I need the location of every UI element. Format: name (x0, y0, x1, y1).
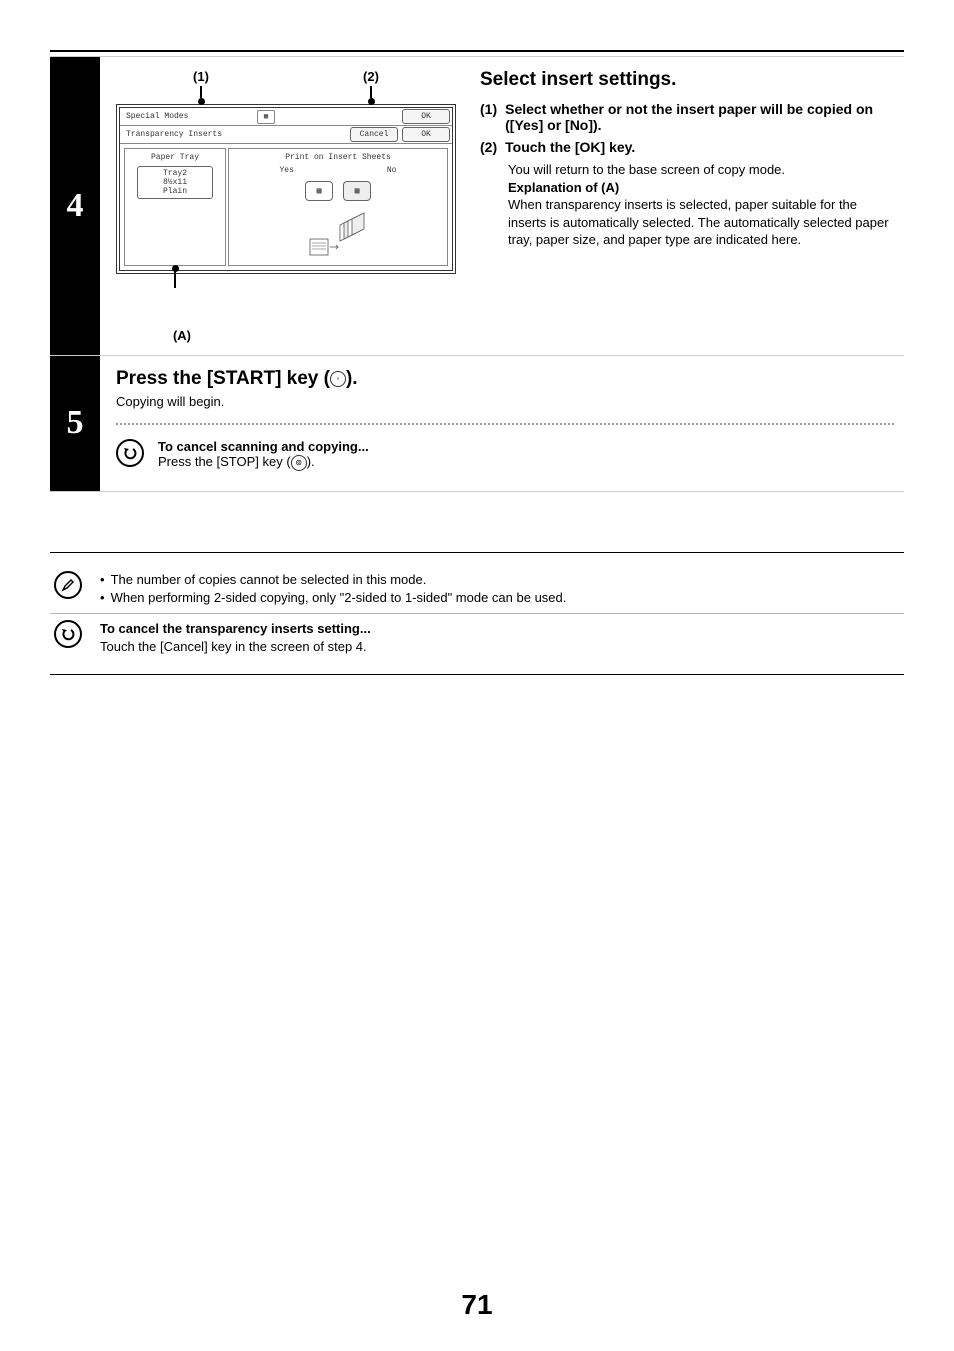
note-row-2: To cancel the transparency inserts setti… (50, 613, 904, 662)
screen-title-transparency: Transparency Inserts (120, 126, 348, 143)
paper-tray-panel: Paper Tray Tray2 8½x11 Plain (124, 148, 226, 266)
note-bullet-1: The number of copies cannot be selected … (111, 571, 427, 589)
tray-type: Plain (138, 187, 212, 196)
step-number-5: 5 (50, 356, 100, 491)
print-on-insert-panel: Print on Insert Sheets Yes No ▦ ▦ (228, 148, 448, 266)
screen-subheader: Transparency Inserts Cancel OK (120, 126, 452, 144)
cancel-body: Press the [STOP] key (⊚). (158, 454, 369, 471)
step-4-title: Select insert settings. (480, 69, 894, 91)
note-bullet-2: When performing 2-sided copying, only "2… (111, 589, 567, 607)
step-4-row: 4 (1) (2) Special Modes ▦ OK (50, 56, 904, 355)
tray-button[interactable]: Tray2 8½x11 Plain (137, 166, 213, 199)
print-on-insert-label: Print on Insert Sheets (233, 153, 443, 162)
step-4-item-2: (2) Touch the [OK] key. (480, 139, 894, 155)
cancel-heading: To cancel scanning and copying... (158, 439, 369, 454)
step-4-item-1: (1) Select whether or not the insert pap… (480, 101, 894, 133)
screen-titlebar: Special Modes ▦ OK (120, 108, 452, 126)
insert-diagram (233, 207, 443, 261)
back-arrow-icon (116, 439, 144, 467)
explain-line1: You will return to the base screen of co… (508, 161, 894, 179)
back-arrow-icon (54, 620, 82, 648)
callout-2-label: (2) (286, 69, 456, 84)
note-2-text: To cancel the transparency inserts setti… (100, 620, 371, 656)
no-label: No (387, 166, 397, 175)
note-1-text: • The number of copies cannot be selected… (100, 571, 566, 607)
item-1-text: Select whether or not the insert paper w… (505, 101, 894, 133)
step-5-title: Press the [START] key (◦). (116, 368, 894, 390)
note-row-1: • The number of copies cannot be selected… (50, 565, 904, 613)
paper-tray-label: Paper Tray (129, 153, 221, 162)
explain-body: When transparency inserts is selected, p… (508, 196, 894, 249)
note-cancel-body: Touch the [Cancel] key in the screen of … (100, 638, 371, 656)
screenshot-column: (1) (2) Special Modes ▦ OK Transparen (116, 69, 456, 343)
step-number-4: 4 (50, 57, 100, 355)
step-5-row: 5 Press the [START] key (◦). Copying wil… (50, 355, 904, 492)
no-button[interactable]: ▦ (343, 181, 371, 201)
tray-size: 8½x11 (138, 178, 212, 187)
screen-title-special-modes: Special Modes (120, 108, 253, 125)
ok-button-sub[interactable]: OK (402, 127, 450, 142)
cancel-scanning-block: To cancel scanning and copying... Press … (116, 439, 894, 471)
step-5-sub: Copying will begin. (116, 394, 894, 409)
explain-heading: Explanation of (A) (508, 180, 619, 195)
pencil-icon (54, 571, 82, 599)
device-screen: Special Modes ▦ OK Transparency Inserts … (116, 104, 456, 274)
cancel-button[interactable]: Cancel (350, 127, 398, 142)
start-key-icon: ◦ (330, 371, 346, 387)
step5-title-prefix: Press the [START] key ( (116, 368, 330, 389)
manual-page: 4 (1) (2) Special Modes ▦ OK (0, 0, 954, 1351)
cancel-scanning-text: To cancel scanning and copying... Press … (158, 439, 369, 471)
stop-key-icon: ⊚ (291, 455, 307, 471)
cancel-body-suffix: ). (307, 454, 315, 469)
yes-label: Yes (279, 166, 293, 175)
note-cancel-heading: To cancel the transparency inserts setti… (100, 620, 371, 638)
tray-name: Tray2 (138, 169, 212, 178)
top-rule (50, 50, 904, 52)
bullet-dot: • (100, 571, 105, 589)
step-4-text: Select insert settings. (1) Select wheth… (480, 69, 894, 343)
item-2-explain: You will return to the base screen of co… (508, 161, 894, 249)
step5-title-suffix: ). (346, 368, 358, 389)
step-4-body: (1) (2) Special Modes ▦ OK Transparen (100, 57, 904, 355)
bullet-dot: • (100, 589, 105, 607)
callout-a-label: (A) (162, 328, 202, 343)
yes-no-buttons: ▦ ▦ (233, 181, 443, 201)
item-2-text: Touch the [OK] key. (505, 139, 635, 155)
item-1-num: (1) (480, 101, 497, 133)
screen-icon: ▦ (257, 110, 275, 124)
callout-labels-top: (1) (2) (116, 69, 456, 84)
cancel-body-prefix: Press the [STOP] key ( (158, 454, 291, 469)
dotted-separator (116, 423, 894, 425)
ok-button-top[interactable]: OK (402, 109, 450, 124)
notes-box: • The number of copies cannot be selected… (50, 552, 904, 676)
screen-panels: Paper Tray Tray2 8½x11 Plain Print on In… (120, 144, 452, 270)
page-number: 71 (0, 1289, 954, 1321)
step-5-body: Press the [START] key (◦). Copying will … (100, 356, 904, 491)
callout-lines (116, 86, 456, 104)
callout-1-label: (1) (116, 69, 286, 84)
item-2-num: (2) (480, 139, 497, 155)
yes-button[interactable]: ▦ (305, 181, 333, 201)
